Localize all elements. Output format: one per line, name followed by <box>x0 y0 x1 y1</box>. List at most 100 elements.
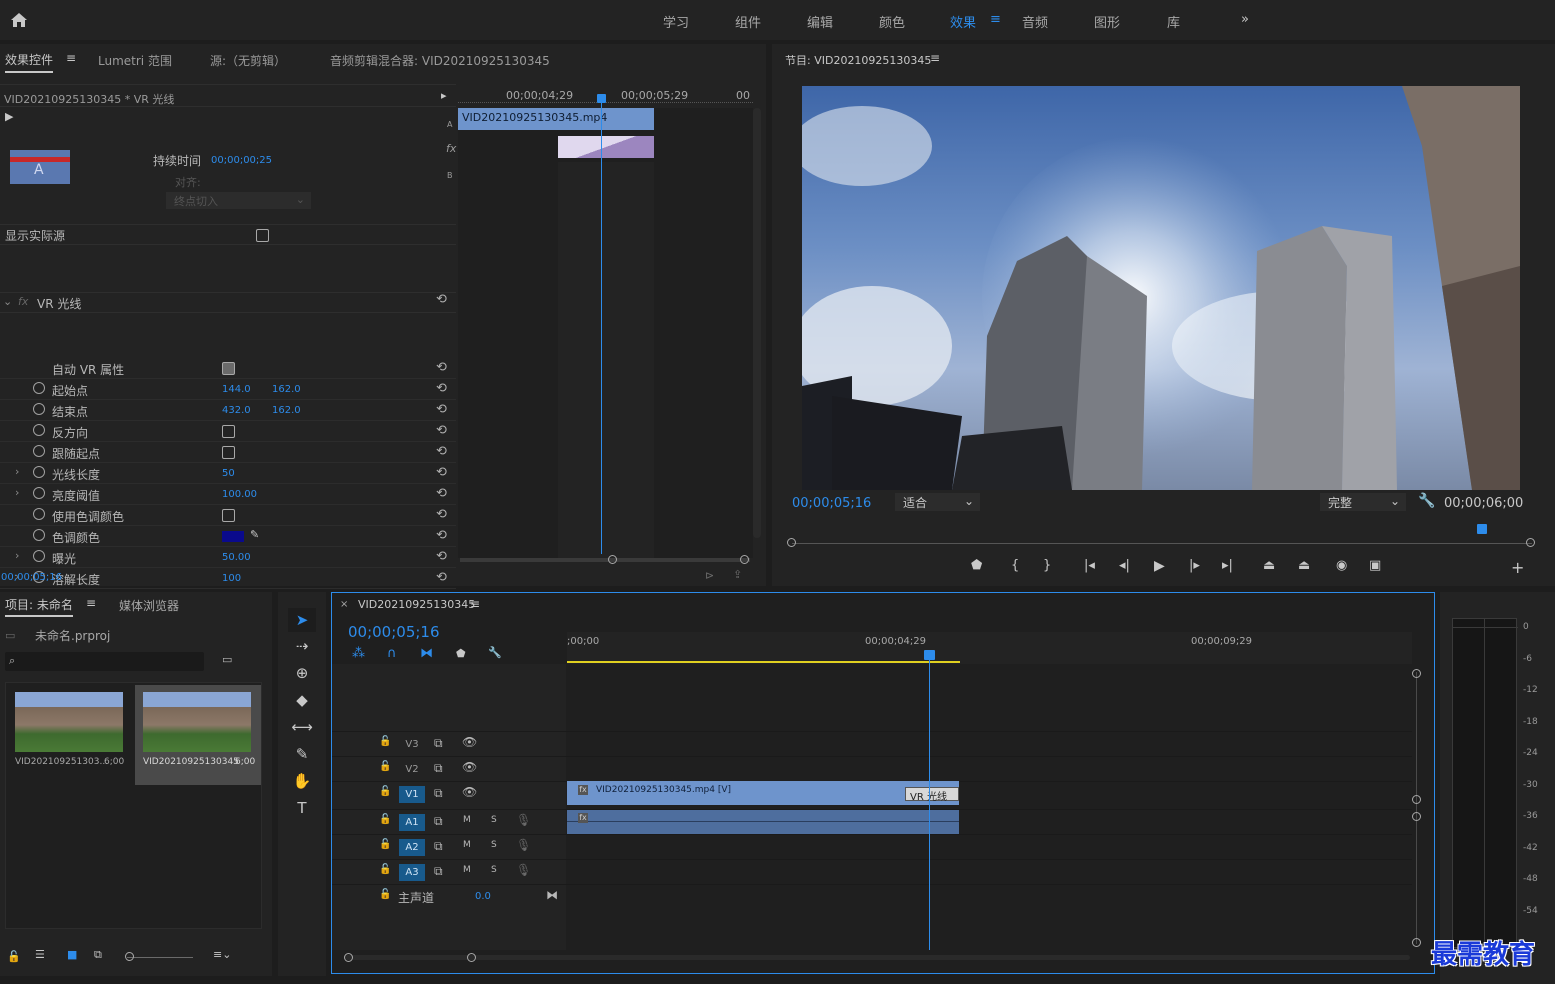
mute-button[interactable]: M <box>463 815 471 825</box>
zoom-slider[interactable] <box>127 957 193 958</box>
microphone-icon[interactable]: 🎙 <box>516 863 531 877</box>
stopwatch-icon[interactable] <box>33 529 45 541</box>
sequence-menu-icon[interactable]: ≡ <box>470 597 480 611</box>
mute-button[interactable]: M <box>463 865 471 875</box>
zoom-fit-dropdown[interactable]: 适合 ⌄ <box>895 493 980 511</box>
mini-playhead[interactable] <box>601 94 602 554</box>
solo-button[interactable]: S <box>491 815 497 825</box>
tab-audio[interactable]: 音频 <box>1022 12 1048 31</box>
mute-button[interactable]: M <box>463 840 471 850</box>
effect-timecode[interactable]: 00;00;05;16 <box>1 572 62 583</box>
tab-editing[interactable]: 编辑 <box>807 12 833 31</box>
effect-transition-v1[interactable]: VR 光线 <box>905 787 959 803</box>
mini-vscroll[interactable] <box>753 108 761 538</box>
tab-effect-controls[interactable]: 效果控件 <box>5 51 54 73</box>
track-lock-icon[interactable]: 🔓 <box>379 786 391 797</box>
expand-chevron-icon[interactable]: › <box>15 465 19 478</box>
pen-tool-icon[interactable]: ✎ <box>288 742 316 766</box>
play-preview-icon[interactable]: ▶ <box>5 110 13 123</box>
tab-project[interactable]: 项目: 未命名 <box>5 596 73 617</box>
stopwatch-icon[interactable] <box>33 550 45 562</box>
property-checkbox[interactable] <box>222 446 235 459</box>
property-checkbox[interactable] <box>222 509 235 522</box>
timeline-timecode[interactable]: 00;00;05;16 <box>348 623 440 641</box>
reset-icon[interactable]: ⟲ <box>436 528 447 543</box>
track-select-tool-icon[interactable]: ⇢ <box>288 634 316 658</box>
property-value-2[interactable]: 162.0 <box>272 384 301 395</box>
tab-assembly[interactable]: 组件 <box>735 12 761 31</box>
linked-selection-icon[interactable]: ⧓ <box>420 646 433 661</box>
track-lock-icon[interactable]: 🔓 <box>379 814 391 825</box>
list-view-icon[interactable]: ☰ <box>35 948 45 961</box>
slip-tool-icon[interactable]: ⟷ <box>288 715 316 739</box>
stopwatch-icon[interactable] <box>33 382 45 394</box>
play-icon[interactable]: ▶ <box>1154 558 1165 574</box>
step-forward-icon[interactable]: |▸ <box>1189 558 1200 573</box>
expand-chevron-icon[interactable]: › <box>15 549 19 562</box>
settings-wrench-icon[interactable]: 🔧 <box>1418 493 1435 509</box>
tab-color[interactable]: 颜色 <box>879 12 905 31</box>
property-value[interactable]: 100.00 <box>222 489 257 500</box>
timeline-ruler[interactable] <box>567 632 1412 664</box>
tab-lumetri-scopes[interactable]: Lumetri 范围 <box>98 52 172 69</box>
tab-media-browser[interactable]: 媒体浏览器 <box>119 597 179 614</box>
mark-out-icon[interactable]: } <box>1043 558 1051 573</box>
tab-learn[interactable]: 学习 <box>663 12 689 31</box>
track-target[interactable]: V3 <box>399 736 425 753</box>
track-lock-icon[interactable]: 🔓 <box>379 889 391 900</box>
snap-icon[interactable]: ∩ <box>387 646 397 661</box>
nest-icon[interactable]: ⁂ <box>352 646 365 661</box>
export-frame-camera-icon[interactable]: ◉ <box>1336 558 1347 573</box>
fx-icon[interactable]: fx <box>18 295 28 308</box>
reset-icon[interactable]: ⟲ <box>436 570 447 585</box>
program-current-timecode[interactable]: 00;00;05;16 <box>792 496 871 511</box>
ripple-edit-tool-icon[interactable]: ⊕ <box>288 661 316 685</box>
reset-icon[interactable]: ⟲ <box>436 549 447 564</box>
export-frame-icon[interactable]: ⊳ <box>705 569 714 582</box>
reset-icon[interactable]: ⟲ <box>436 507 447 522</box>
eye-icon[interactable]: 👁 <box>462 735 477 749</box>
new-bin-icon[interactable]: ▭ <box>222 653 232 666</box>
timeline-settings-icon[interactable]: 🔧 <box>488 646 502 659</box>
reset-icon[interactable]: ⟲ <box>436 486 447 501</box>
microphone-icon[interactable]: 🎙 <box>516 838 531 852</box>
stopwatch-icon[interactable] <box>33 403 45 415</box>
stopwatch-icon[interactable] <box>33 466 45 478</box>
align-dropdown[interactable]: 终点切入 ⌄ <box>166 192 311 209</box>
property-value[interactable]: 50 <box>222 468 235 479</box>
lock-icon[interactable]: 🔓 <box>7 950 21 963</box>
comparison-view-icon[interactable]: ▣ <box>1369 558 1381 573</box>
panel-menu-icon[interactable]: ≡ <box>66 51 76 65</box>
property-value[interactable]: 50.00 <box>222 552 251 563</box>
microphone-icon[interactable]: 🎙 <box>516 813 531 827</box>
sync-lock-icon[interactable]: ⧉ <box>434 839 443 854</box>
extract-icon[interactable]: ⏏ <box>1298 558 1310 573</box>
stopwatch-icon[interactable] <box>33 424 45 436</box>
reset-icon[interactable]: ⟲ <box>436 381 447 396</box>
track-lock-icon[interactable]: 🔓 <box>379 761 391 772</box>
sync-lock-icon[interactable]: ⧉ <box>434 736 443 751</box>
work-area-bar[interactable] <box>567 661 960 663</box>
property-value[interactable]: 432.0 <box>222 405 251 416</box>
razor-tool-icon[interactable]: ◆ <box>288 688 316 712</box>
lift-icon[interactable]: ⏏ <box>1263 558 1275 573</box>
video-clip-v1[interactable]: fx VID20210925130345.mp4 [V] <box>567 781 959 805</box>
property-checkbox[interactable] <box>222 362 235 375</box>
eye-icon[interactable]: 👁 <box>462 785 477 799</box>
add-button-icon[interactable]: + <box>1511 558 1524 577</box>
selection-tool-icon[interactable]: ➤ <box>288 608 316 632</box>
workspace-menu-icon[interactable]: ≡ <box>990 12 1001 27</box>
color-swatch[interactable] <box>222 531 244 542</box>
property-value[interactable]: 144.0 <box>222 384 251 395</box>
tab-libraries[interactable]: 库 <box>1167 12 1180 31</box>
show-actual-sources-checkbox[interactable] <box>256 229 269 242</box>
home-icon[interactable] <box>10 12 28 28</box>
eyedropper-icon[interactable]: ✎ <box>250 528 259 541</box>
track-target[interactable]: V2 <box>399 761 425 778</box>
chevron-right-icon[interactable]: ▸ <box>441 89 447 102</box>
reset-icon[interactable]: ⟲ <box>436 402 447 417</box>
project-item-selected[interactable]: VID20210925130345 6;00 <box>135 685 261 785</box>
timeline-hscroll[interactable] <box>345 955 1410 960</box>
tab-source[interactable]: 源:（无剪辑） <box>210 52 286 69</box>
stopwatch-icon[interactable] <box>33 445 45 457</box>
